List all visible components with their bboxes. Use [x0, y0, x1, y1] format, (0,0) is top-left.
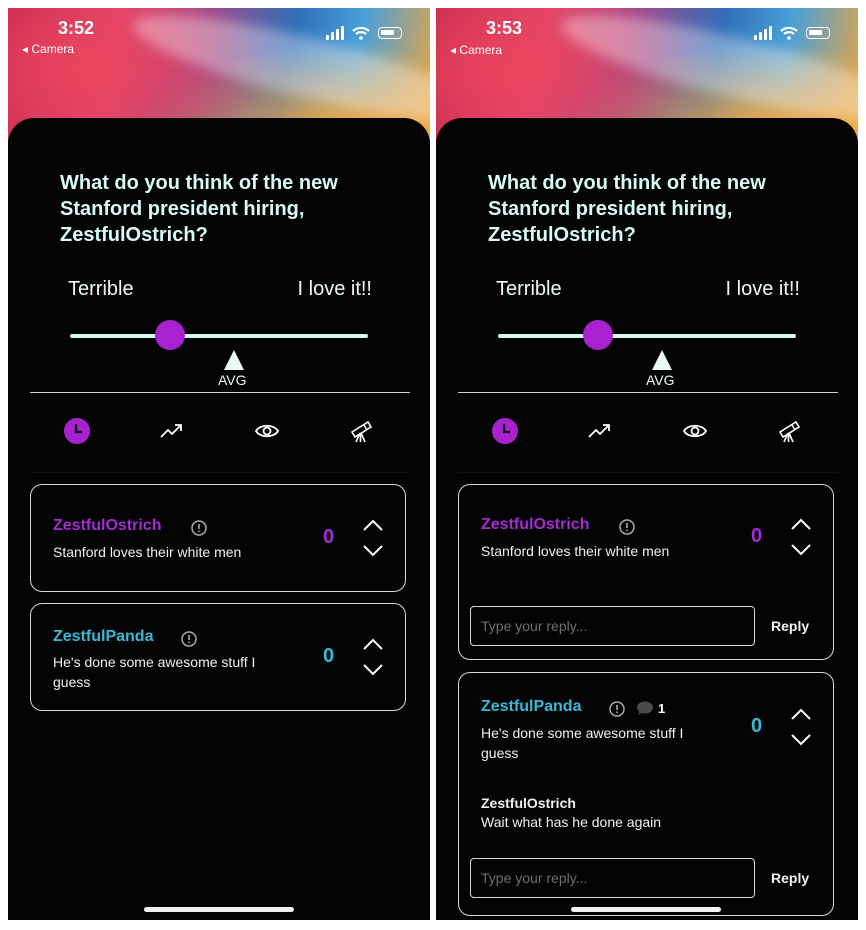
upvote-icon[interactable] [790, 706, 812, 722]
reply-input[interactable] [470, 606, 755, 646]
tab-explore[interactable] [772, 414, 806, 448]
downvote-icon[interactable] [362, 543, 384, 559]
vote-score: 0 [323, 645, 335, 667]
clock-icon [492, 418, 518, 444]
tab-recent[interactable] [60, 414, 94, 448]
rating-slider-track[interactable] [70, 334, 368, 338]
report-icon[interactable] [191, 520, 207, 536]
status-bar: 3:52 ◂ Camera [8, 8, 430, 68]
tab-trending[interactable] [583, 414, 617, 448]
comment-card: ZestfulOstrich Stanford loves their whit… [30, 484, 406, 592]
sort-tabs [30, 394, 410, 473]
right-screen: 3:53 ◂ Camera What do you think of the n… [436, 8, 858, 920]
vote-score: 0 [751, 525, 763, 547]
upvote-icon[interactable] [362, 636, 384, 652]
comment-text: Stanford loves their white men [53, 544, 242, 560]
report-icon[interactable] [609, 701, 625, 717]
vote-score: 0 [751, 715, 763, 737]
comment-text: Stanford loves their white men [481, 543, 670, 559]
wifi-icon [352, 26, 370, 40]
left-screen: 3:52 ◂ Camera What do you think of the n… [8, 8, 430, 920]
reply-username[interactable]: ZestfulOstrich [481, 795, 576, 811]
status-time: 3:52 [58, 18, 95, 38]
poll-sheet: What do you think of the new Stanford pr… [436, 118, 858, 920]
status-time: 3:53 [486, 18, 523, 38]
upvote-icon[interactable] [790, 516, 812, 532]
scale-low-label: Terrible [68, 278, 134, 300]
upvote-icon[interactable] [362, 517, 384, 533]
chat-bubble-icon [637, 701, 653, 715]
scale-low-label: Terrible [496, 278, 562, 300]
report-icon[interactable] [619, 519, 635, 535]
average-label: AVG [646, 372, 675, 388]
comment-card: ZestfulPanda He's done some awesome stuf… [30, 603, 406, 711]
tab-recent[interactable] [488, 414, 522, 448]
rating-slider-track[interactable] [498, 334, 796, 338]
telescope-icon [778, 420, 801, 443]
report-icon[interactable] [181, 631, 197, 647]
trending-icon [588, 424, 610, 438]
comment-card: ZestfulOstrich Stanford loves their whit… [458, 484, 834, 660]
eye-icon [682, 424, 708, 438]
vote-score: 0 [323, 526, 335, 548]
sort-tabs [458, 394, 838, 473]
average-label: AVG [218, 372, 247, 388]
tab-watching[interactable] [250, 414, 284, 448]
signal-icon [754, 26, 772, 40]
eye-icon [254, 424, 280, 438]
downvote-icon[interactable] [790, 542, 812, 558]
scale-high-label: I love it!! [297, 278, 372, 300]
reply-input[interactable] [470, 858, 755, 898]
home-indicator[interactable] [571, 907, 721, 912]
comment-text: He's done some awesome stuff I guess [53, 654, 256, 690]
comment-username[interactable]: ZestfulOstrich [481, 516, 589, 534]
back-to-camera-link[interactable]: ◂ Camera [22, 42, 74, 56]
reply-button[interactable]: Reply [771, 618, 809, 634]
rating-slider-thumb[interactable] [583, 320, 613, 350]
clock-icon [64, 418, 90, 444]
scale-high-label: I love it!! [725, 278, 800, 300]
signal-icon [326, 26, 344, 40]
comment-username[interactable]: ZestfulPanda [481, 698, 581, 716]
tab-trending[interactable] [155, 414, 189, 448]
tab-explore[interactable] [344, 414, 378, 448]
divider [458, 392, 838, 393]
reply-count-value: 1 [658, 701, 666, 716]
reply-button[interactable]: Reply [771, 870, 809, 886]
average-marker-icon [224, 350, 244, 370]
average-marker-icon [652, 350, 672, 370]
downvote-icon[interactable] [362, 662, 384, 678]
wifi-icon [780, 26, 798, 40]
divider [30, 392, 410, 393]
trending-icon [160, 424, 182, 438]
battery-icon [378, 27, 402, 39]
reply-count[interactable]: 1 [636, 701, 665, 716]
telescope-icon [350, 420, 373, 443]
poll-sheet: What do you think of the new Stanford pr… [8, 118, 430, 920]
tab-watching[interactable] [678, 414, 712, 448]
downvote-icon[interactable] [790, 732, 812, 748]
comment-username[interactable]: ZestfulOstrich [53, 517, 161, 535]
comment-username[interactable]: ZestfulPanda [53, 628, 153, 646]
comment-text: He's done some awesome stuff I guess [481, 725, 684, 761]
battery-icon [806, 27, 830, 39]
back-to-camera-link[interactable]: ◂ Camera [450, 43, 502, 57]
poll-question: What do you think of the new Stanford pr… [488, 172, 766, 246]
rating-slider-thumb[interactable] [155, 320, 185, 350]
status-bar: 3:53 ◂ Camera [436, 8, 858, 68]
reply-text: Wait what has he done again [481, 814, 662, 830]
comment-card: ZestfulPanda 1 He's done some awesome st… [458, 672, 834, 916]
poll-question: What do you think of the new Stanford pr… [60, 172, 338, 246]
home-indicator[interactable] [144, 907, 294, 912]
